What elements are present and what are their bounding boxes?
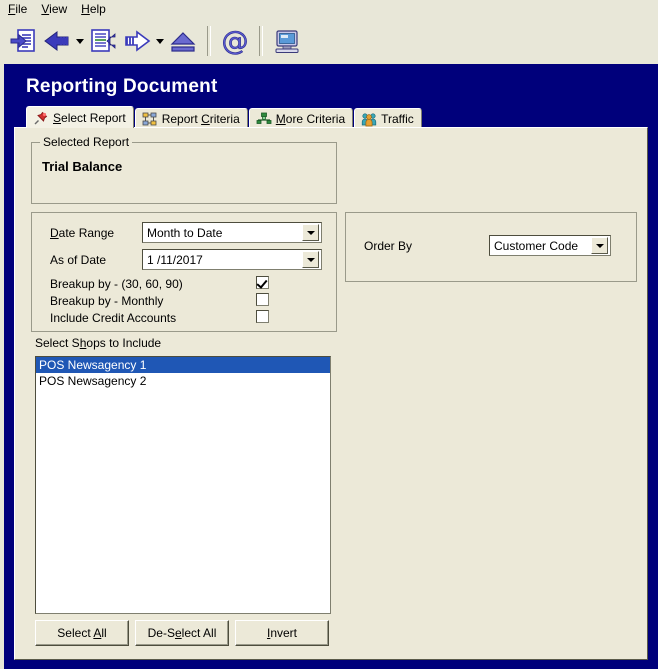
toolbar-separator-1 [207, 26, 211, 56]
menu-item-file[interactable]: File [6, 1, 39, 17]
list-item[interactable]: POS Newsagency 1 [36, 357, 330, 373]
forward-caret-icon [156, 38, 164, 44]
svg-text:@: @ [222, 26, 249, 57]
as-of-date-dropdown-icon[interactable] [302, 251, 319, 268]
selected-report-value: Trial Balance [42, 159, 123, 174]
new-report-icon-svg [10, 29, 35, 52]
new-report-icon[interactable] [6, 22, 40, 60]
tab-strip: Select Report Report Criteria More Crite… [26, 106, 423, 128]
back-caret-icon [76, 38, 84, 44]
eject-icon-svg [170, 32, 196, 52]
breakup-monthly-label: Breakup by - Monthly [50, 294, 164, 308]
breakup-30-60-90-row[interactable]: Breakup by - (30, 60, 90) [50, 277, 183, 291]
breakup-monthly-checkbox[interactable] [256, 293, 269, 306]
forward-arrow-icon[interactable] [120, 22, 154, 60]
order-by-label: Order By [364, 239, 413, 253]
de-select-all-button[interactable]: De-Select All [135, 620, 229, 646]
tab-traffic[interactable]: Traffic [354, 108, 422, 128]
computer-monitor-icon[interactable] [270, 22, 304, 60]
pushpin-icon [33, 110, 49, 126]
shops-listbox[interactable]: POS Newsagency 1 POS Newsagency 2 [35, 356, 331, 614]
tab-label-more-criteria: More Criteria [275, 111, 346, 126]
menu-item-help[interactable]: Help [79, 1, 118, 17]
report-criteria-group: Date Range Month to Date As of Date 1 /1… [31, 212, 337, 332]
page-title: Reporting Document [26, 76, 218, 97]
select-shops-label: Select Shops to Include [35, 336, 162, 350]
forward-arrow-dropdown-icon[interactable] [154, 22, 166, 60]
select-all-button[interactable]: Select All [35, 620, 129, 646]
order-by-combo[interactable]: Customer Code [489, 235, 611, 256]
invert-button[interactable]: Invert [235, 620, 329, 646]
back-arrow-icon-svg [44, 31, 69, 51]
tab-page-select-report: Selected Report Trial Balance Date Range… [14, 127, 648, 660]
selected-report-group-label: Selected Report [40, 135, 133, 149]
report-window: Reporting Document Select Report Report … [4, 64, 658, 669]
include-credit-accounts-row[interactable]: Include Credit Accounts [50, 311, 176, 325]
breakup-30-60-90-label: Breakup by - (30, 60, 90) [50, 277, 183, 291]
select-shops-group: Select Shops to Include POS Newsagency 1… [31, 332, 337, 650]
order-by-group: Order By Customer Code [345, 212, 637, 282]
date-range-combo[interactable]: Month to Date [142, 222, 322, 243]
application-window: File View Help @ Reporting Document Sele… [0, 0, 658, 669]
tab-label-traffic: Traffic [381, 111, 414, 126]
email-at-icon[interactable]: @ [218, 22, 252, 60]
tab-select-report[interactable]: Select Report [26, 106, 134, 128]
computer-monitor-icon-svg [275, 30, 299, 53]
breakup-30-60-90-checkbox[interactable] [256, 276, 269, 289]
tab-more-criteria[interactable]: More Criteria [248, 108, 354, 128]
org-chart-icon [142, 111, 158, 127]
invert-button-label: Invert [266, 626, 298, 640]
forward-arrow-icon-svg [125, 30, 151, 52]
include-credit-accounts-label: Include Credit Accounts [50, 311, 177, 325]
order-by-dropdown-icon[interactable] [591, 237, 608, 254]
selected-report-group: Selected Report Trial Balance [31, 135, 337, 204]
tab-report-criteria[interactable]: Report Criteria [134, 108, 248, 128]
tab-label-report-criteria: Report Criteria [161, 111, 240, 126]
back-arrow-icon[interactable] [40, 22, 74, 60]
include-credit-accounts-checkbox[interactable] [256, 310, 269, 323]
as-of-date-label: As of Date [50, 253, 107, 267]
select-all-button-label: Select All [57, 626, 107, 640]
toolbar: @ [0, 18, 658, 64]
breakup-monthly-row[interactable]: Breakup by - Monthly [50, 294, 163, 308]
date-range-dropdown-icon[interactable] [302, 224, 319, 241]
date-range-value: Month to Date [147, 225, 223, 240]
toolbar-separator-2 [259, 26, 263, 56]
as-of-date-combo[interactable]: 1 /11/2017 [142, 249, 322, 270]
people-icon [361, 111, 377, 127]
connector-icon [256, 111, 272, 127]
order-by-value: Customer Code [494, 238, 579, 253]
menu-bar: File View Help [0, 0, 658, 18]
tab-label-select-report: Select Report [53, 110, 126, 125]
back-arrow-dropdown-icon[interactable] [74, 22, 86, 60]
de-select-all-button-label: De-Select All [147, 626, 217, 640]
date-range-label: Date Range [50, 226, 115, 240]
as-of-date-value: 1 /11/2017 [147, 252, 203, 267]
previous-page-icon-svg [91, 29, 116, 52]
list-item[interactable]: POS Newsagency 2 [36, 373, 330, 389]
previous-page-icon[interactable] [86, 22, 120, 60]
eject-icon[interactable] [166, 22, 200, 60]
email-at-icon-svg: @ [221, 26, 249, 57]
menu-item-view[interactable]: View [39, 1, 79, 17]
